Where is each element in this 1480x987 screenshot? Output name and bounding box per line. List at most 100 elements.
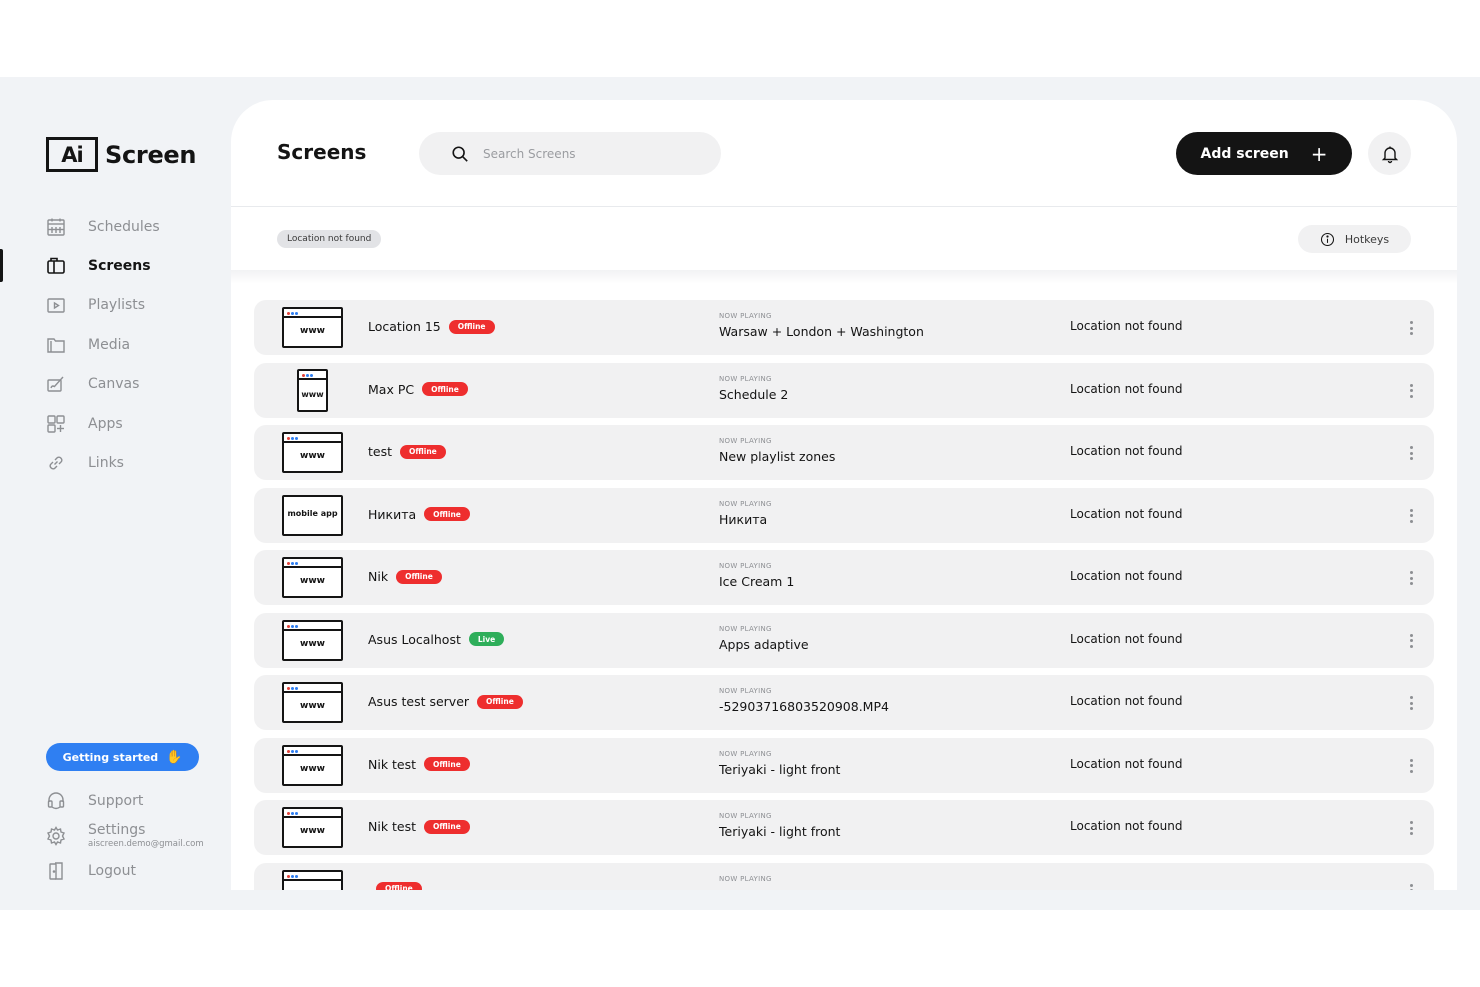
account-email: aiscreen.demo@gmail.com [88,839,204,850]
browser-bar [299,371,326,380]
sidebar-item-label: Links [88,455,124,472]
now-playing: NOW PLAYING New playlist zones [719,437,835,464]
screens-list: www Location 15 Offline NOW PLAYING Wars… [254,300,1434,890]
screen-thumbnail: www [282,682,343,723]
screen-row[interactable]: mobile app Никита Offline NOW PLAYING Ни… [254,487,1434,543]
main-panel: Screens Add screen + Location not found … [231,100,1457,890]
link-icon [46,453,66,473]
search-icon [452,145,468,162]
more-options-icon[interactable] [1403,756,1419,776]
now-playing: NOW PLAYING Warsaw + London + Washington [719,312,924,339]
filter-chip-location[interactable]: Location not found [277,230,382,248]
sidebar-nav: Schedules Screens Playlists Media Canvas… [0,207,230,483]
sidebar-item-settings[interactable]: Settings aiscreen.demo@gmail.com [0,817,230,855]
hotkeys-button[interactable]: Hotkeys [1298,225,1411,253]
screen-location: Location not found [1070,506,1183,521]
notifications-button[interactable] [1368,132,1411,175]
browser-bar [284,309,341,318]
logo-text: Screen [105,140,197,169]
screen-thumbnail: www [282,744,343,786]
screen-location: Location not found [1070,756,1183,771]
thumbnail-label: www [300,451,325,461]
more-options-icon[interactable] [1403,381,1419,401]
thumbnail-label: www [300,326,325,336]
window-dots-icon [287,311,299,316]
add-screen-button[interactable]: Add screen + [1176,132,1352,175]
screen-name: Max PC [368,381,415,397]
sidebar-item-playlists[interactable]: Playlists [0,286,230,325]
now-playing-value: New playlist zones [719,449,836,464]
thumbnail-label: www [300,763,325,774]
sidebar-item-label: Canvas [88,376,140,393]
more-options-icon[interactable] [1403,881,1419,890]
screen-row[interactable]: www Location 15 Offline NOW PLAYING Wars… [254,300,1434,355]
screen-name: test [368,444,393,459]
sidebar-item-links[interactable]: Links [0,443,230,482]
logo[interactable]: Ai Screen [46,137,197,172]
support-label: Support [88,793,144,809]
thumbnail-label: www [300,638,325,649]
page-header: Screens Add screen + [231,100,1457,207]
sidebar-item-canvas[interactable]: Canvas [0,365,230,404]
screen-name: Location 15 [368,319,441,334]
window-dots-icon [287,436,299,441]
more-options-icon[interactable] [1403,693,1419,713]
now-playing: NOW PLAYING Teriyaki - light front [719,750,840,777]
now-playing-label: NOW PLAYING [719,562,772,570]
logout-icon [46,861,66,881]
settings-label: Settings [88,821,146,838]
screen-location: Location not found [1070,631,1183,646]
screen-row[interactable]: www Nik test Offline NOW PLAYING Teriyak… [254,737,1434,793]
more-options-icon[interactable] [1403,631,1419,651]
screen-row[interactable]: www test Offline NOW PLAYING New playlis… [254,425,1434,480]
now-playing: NOW PLAYING Apps adaptive [719,625,809,652]
screen-thumbnail: www [282,307,343,348]
screen-thumbnail: www [297,368,328,412]
screen-location: Location not found [1070,569,1183,583]
more-options-icon[interactable] [1403,443,1419,463]
sidebar-item-label: Media [88,336,131,353]
browser-bar [284,809,341,818]
now-playing: NOW PLAYING Teriyaki - light front [719,812,840,839]
now-playing-label: NOW PLAYING [719,374,772,383]
screen-row[interactable]: www Nik test Offline NOW PLAYING Teriyak… [254,800,1434,855]
sidebar-item-media[interactable]: Media [0,325,230,364]
browser-bar [284,872,341,881]
screen-row[interactable]: www Asus Localhost Live NOW PLAYING Apps… [254,612,1434,668]
sidebar-item-schedules[interactable]: Schedules [0,207,230,246]
list-divider [231,270,1457,284]
thumbnail-label: www [300,701,325,711]
now-playing-value: Apps adaptive [719,636,809,652]
screen-thumbnail: mobile app [282,494,343,536]
sidebar-item-apps[interactable]: Apps [0,404,230,443]
getting-started-button[interactable]: Getting started ✋ [46,743,199,771]
sidebar-item-label: Apps [88,415,123,432]
now-playing: NOW PLAYING [719,875,772,887]
screen-thumbnail: www [282,807,343,848]
now-playing-label: NOW PLAYING [719,687,772,695]
screen-row[interactable]: www Asus test server Offline NOW PLAYING… [254,675,1434,730]
sidebar-item-logout[interactable]: Logout [0,855,230,887]
playlist-icon [46,295,66,315]
thumbnail-label: www [300,576,325,586]
screen-row[interactable]: Offline NOW PLAYING [254,862,1434,890]
window-dots-icon [302,373,314,378]
now-playing-label: NOW PLAYING [719,437,772,445]
more-options-icon[interactable] [1403,568,1419,588]
more-options-icon[interactable] [1403,506,1419,526]
hand-icon: ✋ [166,749,183,765]
status-badge: Offline [424,757,470,771]
now-playing-value: Schedule 2 [719,386,789,402]
window-dots-icon [287,624,299,629]
sidebar-item-screens[interactable]: Screens [0,246,230,285]
screen-row[interactable]: www Nik Offline NOW PLAYING Ice Cream 1 … [254,550,1434,605]
more-options-icon[interactable] [1403,818,1419,838]
screen-thumbnail: www [282,557,343,598]
more-options-icon[interactable] [1403,318,1419,338]
search-box[interactable] [419,132,721,175]
sidebar-item-support[interactable]: Support [0,785,230,817]
screen-row[interactable]: www Max PC Offline NOW PLAYING Schedule … [254,362,1434,418]
search-input[interactable] [483,146,683,161]
screen-name: Nik [368,569,389,584]
plus-icon: + [1310,141,1328,166]
